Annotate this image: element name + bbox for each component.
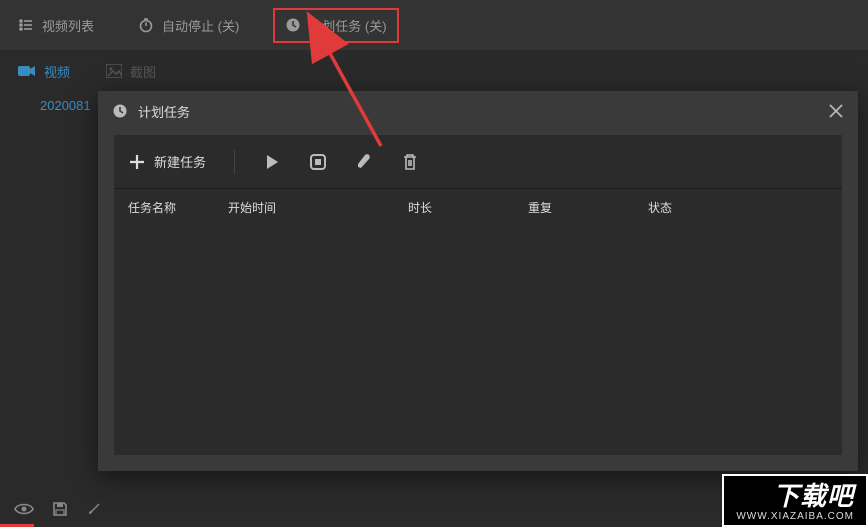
list-icon — [18, 17, 34, 33]
watermark-brand: 下载吧 — [773, 481, 854, 511]
video-icon — [18, 64, 36, 78]
screenshot-tab-label: 截图 — [130, 62, 156, 81]
col-repeat: 重复 — [528, 199, 648, 216]
dialog-titlebar: 计划任务 — [98, 91, 858, 131]
category-bar: 视频 截图 — [0, 50, 868, 92]
dialog-toolbar: 新建任务 — [114, 135, 842, 189]
video-list-label: 视频列表 — [42, 16, 94, 35]
save-icon[interactable] — [52, 501, 68, 517]
clock-icon — [285, 17, 301, 33]
eye-icon[interactable] — [14, 502, 34, 516]
auto-stop-label: 自动停止 (关) — [162, 16, 239, 35]
divider — [234, 150, 235, 174]
dialog-title: 计划任务 — [138, 102, 190, 121]
edit-button[interactable] — [355, 153, 373, 171]
screenshot-tab[interactable]: 截图 — [98, 58, 164, 85]
clock-icon — [112, 103, 128, 119]
col-name: 任务名称 — [128, 199, 228, 216]
brush-icon[interactable] — [86, 501, 102, 517]
new-task-label: 新建任务 — [154, 152, 206, 171]
auto-stop-button[interactable]: 自动停止 (关) — [128, 10, 249, 41]
video-tab[interactable]: 视频 — [10, 58, 78, 85]
play-button[interactable] — [263, 153, 281, 171]
scheduled-task-label: 计划任务 (关) — [309, 16, 386, 35]
stopwatch-icon — [138, 17, 154, 33]
watermark: 下载吧 WWW.XIAZAIBA.COM — [722, 474, 868, 527]
new-task-button[interactable]: 新建任务 — [128, 152, 206, 171]
table-body — [114, 225, 842, 455]
scheduled-task-dialog: 计划任务 新建任务 — [98, 91, 858, 471]
plus-icon — [128, 153, 146, 171]
watermark-url: WWW.XIAZAIBA.COM — [736, 511, 854, 522]
col-status: 状态 — [648, 199, 828, 216]
video-tab-label: 视频 — [44, 62, 70, 81]
delete-button[interactable] — [401, 153, 419, 171]
top-bar: 视频列表 自动停止 (关) 计划任务 (关) — [0, 0, 868, 50]
table-header: 任务名称 开始时间 时长 重复 状态 — [114, 189, 842, 225]
image-icon — [106, 64, 122, 78]
file-item-label: 2020081 — [40, 98, 91, 113]
stop-button[interactable] — [309, 153, 327, 171]
close-icon[interactable] — [828, 103, 844, 119]
scheduled-task-button[interactable]: 计划任务 (关) — [273, 8, 398, 43]
video-list-button[interactable]: 视频列表 — [8, 10, 104, 41]
col-duration: 时长 — [408, 199, 528, 216]
dialog-body: 新建任务 任务名称 开始时间 时长 重复 状态 — [114, 135, 842, 455]
col-start: 开始时间 — [228, 199, 408, 216]
